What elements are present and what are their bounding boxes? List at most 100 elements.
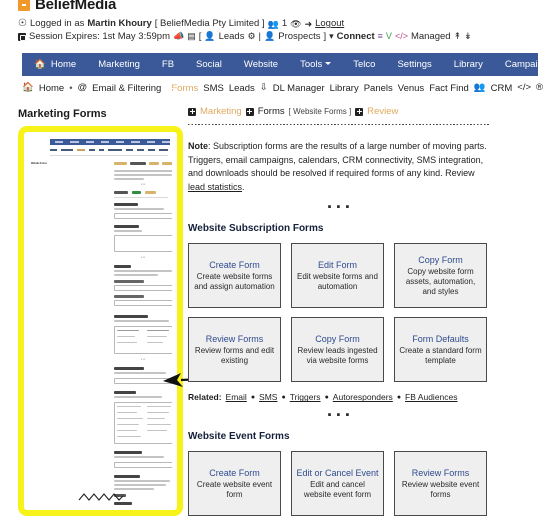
list-icon[interactable]: ≡ [378,32,383,41]
related-link-triggers[interactable]: Triggers [290,392,321,402]
nav-item-home[interactable]: 🏠 Home [22,53,87,76]
brand-name: BeliefMedia [35,0,117,13]
bullet-separator: ● [250,393,256,401]
home-icon[interactable]: 🏠 [22,83,34,93]
managed-label[interactable]: Managed [411,31,451,44]
thumb-subnav [50,148,168,152]
left-column: Marketing Forms Website Forms ▪▪▪ ▪▪▪ ▪▪… [18,108,230,516]
eye-icon[interactable]: 👁 [290,19,301,29]
zigzag-divider [78,493,123,501]
nav-item-telco[interactable]: Telco [342,53,386,76]
subnav-item-panels[interactable]: Panels [364,83,393,94]
highlighted-screenshot-frame: Website Forms ▪▪▪ ▪▪▪ ▪▪▪ [18,126,183,516]
subnav-item-email-filtering[interactable]: Email & Filtering [92,83,161,94]
card-row-subscription-1: Create Form Create website forms and ass… [188,243,548,309]
pipe-separator: | [258,30,262,42]
main-content: Marketing Forms [ Website Forms ] Review… [188,106,548,517]
subnav-separator: • [69,82,73,94]
card-create-form[interactable]: Create Form Create website forms and ass… [188,243,281,309]
session-expiry-text: Session Expires: 1st May 3:59pm [29,30,170,42]
breadcrumb-marketing[interactable]: Marketing [200,106,242,117]
logout-link[interactable]: Logout [315,18,344,31]
lead-icon: 👤 [204,31,216,42]
card-create-event-form[interactable]: Create Form Create website event form [188,451,281,517]
note-tail: . [242,181,245,192]
brand-logo[interactable]: BeliefMedia [18,0,116,14]
bullet-separator: ● [396,393,402,401]
nav-item-social[interactable]: Social [185,53,233,76]
nav-item-home-label: Home [50,59,77,70]
nav-item-fb[interactable]: FB [151,53,185,76]
leads-label[interactable]: Leads [219,31,245,44]
card-title: Edit or Cancel Event [296,468,379,479]
page-root: BeliefMedia ☉ Logged in as Martin Khoury… [0,0,560,523]
nav-item-settings[interactable]: Settings [386,53,442,76]
related-label: Related: [188,392,222,403]
card-form-defaults[interactable]: Form Defaults Create a standard form tem… [394,317,487,383]
card-review-event-forms[interactable]: Review Forms Review website event forms [394,451,487,517]
status-line-login: ☉ Logged in as Martin Khoury [ BeliefMed… [18,18,548,31]
card-review-forms[interactable]: Review Forms Review forms and edit exist… [188,317,281,383]
card-copy-form[interactable]: Copy Form Copy website form assets, auto… [394,243,487,309]
sign-out-icon[interactable]: ➜ [305,19,313,29]
nav-item-marketing[interactable]: Marketing [87,53,151,76]
card-row-subscription-2: Review Forms Review forms and edit exist… [188,317,548,383]
dotted-divider [188,124,490,125]
subnav-item-fact-find[interactable]: Fact Find [429,83,469,94]
subnav-item-crm[interactable]: CRM [491,83,513,94]
chevron-down-icon [325,62,332,65]
card-desc: Review forms and edit existing [194,346,275,365]
bracket-close: ] [323,30,327,42]
nav-item-campaigns[interactable]: Campaigns [494,53,560,76]
at-icon: @ [77,82,88,94]
card-edit-or-cancel-event[interactable]: Edit or Cancel Event Edit and cancel web… [291,451,384,517]
marketing-forms-screenshot-thumbnail[interactable]: Website Forms ▪▪▪ ▪▪▪ ▪▪▪ [29,137,172,505]
card-title: Create Form [209,468,260,479]
related-link-sms[interactable]: SMS [259,392,277,402]
download-icon[interactable]: ↡ [464,32,472,41]
breadcrumb-forms[interactable]: Forms [258,106,285,117]
card-desc: Review leads ingested via website forms [297,346,378,365]
card-desc: Copy website form assets, automation, an… [405,267,476,296]
wordpress-icon[interactable]: ® [536,83,543,93]
breadcrumb-review[interactable]: Review [367,106,398,117]
secondary-nav: 🏠 Home • @ Email & Filtering Forms SMS L… [22,80,543,96]
card-row-event-1: Create Form Create website event form Ed… [188,451,548,517]
v-icon[interactable]: V [386,32,392,41]
prospect-icon: 👤 [264,31,276,42]
bullet-separator: ● [324,393,329,401]
subnav-item-leads[interactable]: Leads [229,83,255,94]
connect-label[interactable]: Connect [337,31,375,44]
users-icon: 👥 [267,18,279,29]
subnav-item-sms[interactable]: SMS [203,83,224,94]
related-link-autoresponders[interactable]: Autoresponders [333,392,393,402]
section-title-event-forms: Website Event Forms [188,431,290,443]
card-title: Review Forms [411,468,470,479]
card-icon[interactable]: ▤ [187,32,196,41]
card-desc: Create website forms and assign automati… [194,272,275,291]
home-icon: 🏠 [34,59,46,70]
megaphone-icon[interactable]: 📣 [173,32,184,41]
nav-item-library[interactable]: Library [443,53,494,76]
subnav-item-dl-manager[interactable]: DL Manager [273,83,325,94]
upload-icon[interactable]: ↟ [454,32,462,41]
subnav-item-venus[interactable]: Venus [398,83,424,94]
lead-statistics-link[interactable]: lead statistics [188,182,242,192]
related-link-fb-audiences[interactable]: FB Audiences [405,392,457,402]
related-links-row: Related: Email ● SMS ● Triggers ● Autore… [188,392,548,402]
nav-item-website[interactable]: Website [233,53,289,76]
subnav-item-forms[interactable]: Forms [171,83,198,94]
related-link-email[interactable]: Email [226,392,247,402]
section-title-subscription-forms: Website Subscription Forms [188,223,324,235]
gear-icon[interactable]: ⚙ [247,32,255,41]
code-icon[interactable]: </> [395,32,408,41]
nav-item-tools[interactable]: Tools [289,53,342,76]
code-icon[interactable]: </> [517,83,531,93]
card-title: Create Form [209,260,260,271]
subnav-item-library[interactable]: Library [330,83,359,94]
card-copy-form-leads[interactable]: Copy Form Review leads ingested via webs… [291,317,384,383]
prospects-label[interactable]: Prospects [278,31,320,44]
card-edit-form[interactable]: Edit Form Edit website forms and automat… [291,243,384,309]
primary-nav: 🏠 Home Marketing FB Social Website Tools… [22,53,553,76]
subnav-item-home[interactable]: Home [39,83,64,94]
